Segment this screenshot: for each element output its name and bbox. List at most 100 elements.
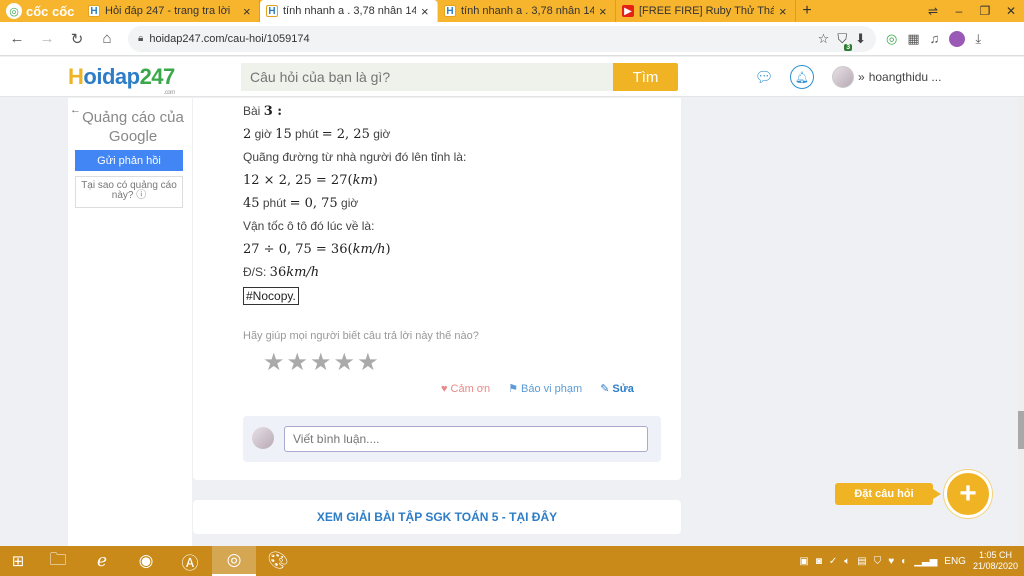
avatar[interactable] [832, 66, 854, 88]
math-expression: ) [385, 242, 391, 257]
tab-question-active[interactable]: H tính nhanh a . 3,78 nhân 14,5 × [260, 0, 438, 22]
header-actions: 💬︎ 🔔︎ » hoangthidu ... [752, 65, 941, 89]
answer-text: phút [291, 127, 322, 141]
answer-line: Vận tốc ô tô đó lúc về là: [243, 215, 663, 238]
page-scrollbar[interactable] [1018, 98, 1024, 546]
user-menu[interactable]: » hoangthidu ... [832, 66, 941, 88]
flag-icon: ⚑ [508, 383, 519, 395]
close-icon[interactable]: × [243, 4, 253, 19]
address-bar[interactable]: 🔒︎ hoidap247.com/cau-hoi/1059174 ☆ ⛉ 3 ⬇ [128, 25, 876, 52]
star-icon[interactable]: ★ [357, 351, 379, 375]
language-indicator[interactable]: ENG [944, 556, 966, 567]
chevron-down-icon[interactable]: » [858, 70, 865, 84]
tab-title: tính nhanh a . 3,78 nhân 14,5 [283, 5, 416, 17]
coccoc-extension-icon[interactable]: ◎ [886, 31, 897, 47]
volume-icon[interactable]: 🔈︎ [844, 556, 850, 567]
answer-text: phút [259, 196, 290, 210]
star-rating: ★ ★ ★ ★ ★ [263, 351, 379, 375]
browser-tab-strip: ◎ cốc cốc H Hỏi đáp 247 - trang tra lời … [0, 0, 1024, 22]
search-input[interactable] [241, 63, 613, 91]
google-ad-panel: ← Quảng cáo của Google Gửi phản hồi Tại … [68, 98, 192, 546]
sgk-link-banner[interactable]: XEM GIẢI BÀI TẬP SGK TOÁN 5 - TẠI ĐÂY [193, 500, 681, 534]
tray-app-icon[interactable]: ◙ [816, 556, 822, 567]
search-button[interactable]: Tìm [613, 63, 678, 91]
media-control-icon[interactable]: ♫ [930, 31, 940, 46]
ask-question-label[interactable]: Đặt câu hỏi [835, 483, 941, 505]
answer-actions: ♥ Cảm ơn ⚑ Báo vi phạm ✎ Sửa [441, 382, 634, 396]
star-icon[interactable]: ★ [310, 351, 332, 375]
download-arrow-icon[interactable]: ⬇ [855, 31, 866, 47]
tab-youtube[interactable]: ▶ [FREE FIRE] Ruby Thử Thách × [616, 0, 796, 22]
new-tab-button[interactable]: + [796, 0, 818, 22]
maximize-icon[interactable]: ❐ [972, 0, 998, 22]
tab-question[interactable]: H tính nhanh a . 3,78 nhân 14,5 × [438, 0, 616, 22]
chat-icon[interactable]: 💬︎ [752, 65, 776, 89]
ad-why-link[interactable]: Tại sao có quảng cáo này? ⓘ [75, 176, 183, 208]
app-a-icon[interactable]: Ⓐ [168, 546, 212, 576]
answer-line: 27 ÷ 0, 75 = 36(km/h) [243, 238, 663, 261]
thanks-button[interactable]: ♥ Cảm ơn [441, 382, 490, 395]
scrollbar-thumb[interactable] [1018, 411, 1024, 449]
forward-icon[interactable]: → [34, 26, 60, 52]
report-button[interactable]: ⚑ Báo vi phạm [508, 382, 582, 396]
paint-icon[interactable]: 🎨︎ [256, 546, 300, 576]
coccoc-logo-icon: ◎ [6, 3, 22, 19]
bookmark-star-icon[interactable]: ☆ [818, 31, 830, 47]
rating-question: Hãy giúp mọi người biết câu trả lời này … [243, 330, 479, 342]
notification-bell-icon[interactable]: 🔔︎ [790, 65, 814, 89]
clock[interactable]: 1:05 CH 21/08/2020 [973, 550, 1018, 572]
site-header: Hoidap247 .com Tìm 💬︎ 🔔︎ » hoangthidu ..… [0, 57, 1024, 97]
browser-toolbar: ← → ↻ ⌂ 🔒︎ hoidap247.com/cau-hoi/1059174… [0, 22, 1024, 56]
star-icon[interactable]: ★ [334, 351, 356, 375]
file-explorer-icon[interactable]: 🗀︎ [36, 546, 80, 576]
tab-hoidap-home[interactable]: H Hỏi đáp 247 - trang tra lời × [82, 0, 260, 22]
answer-text: Bài [243, 104, 264, 118]
tab-menu-icon[interactable]: ⇌ [920, 0, 946, 22]
star-icon[interactable]: ★ [287, 351, 309, 375]
back-icon[interactable]: ← [4, 26, 30, 52]
ask-question-button[interactable]: + [944, 470, 992, 518]
close-icon[interactable]: × [779, 4, 789, 19]
pencil-icon: ✎ [600, 383, 610, 395]
math-expression: 12 × 2, 25 = 27( [243, 173, 353, 188]
home-icon[interactable]: ⌂ [94, 26, 120, 52]
answer-text: giờ [337, 196, 359, 210]
close-window-icon[interactable]: ✕ [998, 0, 1024, 22]
math-expression: ) [372, 173, 378, 188]
windows-start-icon[interactable]: ⊞ [0, 546, 36, 576]
math-expression: 3 : [263, 104, 283, 119]
lock-icon[interactable]: 🔒︎ [138, 33, 143, 44]
answer-line: Đ/S: 36km/h [243, 261, 663, 284]
tray-app-icon[interactable]: ♥ [888, 556, 894, 567]
close-icon[interactable]: × [599, 4, 609, 19]
close-icon[interactable]: × [421, 4, 431, 19]
tray-app-icon[interactable]: ✓ [829, 556, 837, 567]
coccoc-browser-icon[interactable]: ◎ [212, 546, 256, 576]
edit-label: Sửa [612, 382, 634, 395]
profile-avatar-icon[interactable] [949, 30, 966, 47]
tray-app-icon[interactable]: ▤ [857, 556, 866, 567]
hoidap247-logo[interactable]: Hoidap247 .com [68, 64, 175, 96]
clock-date: 21/08/2020 [972, 561, 1018, 571]
answer-line: Quãng đường từ nhà người đó lên tỉnh là: [243, 146, 663, 169]
url-text[interactable]: hoidap247.com/cau-hoi/1059174 [149, 33, 811, 45]
network-icon[interactable]: ▁▃▅ [914, 556, 937, 567]
reload-icon[interactable]: ↻ [64, 26, 90, 52]
browser-brand[interactable]: ◎ cốc cốc [0, 0, 82, 22]
chrome-icon[interactable]: ◉ [124, 546, 168, 576]
minimize-icon[interactable]: – [946, 0, 972, 22]
internet-explorer-icon[interactable]: ℯ [80, 546, 124, 576]
tray-app-icon[interactable]: ◐ [901, 556, 907, 567]
star-icon[interactable]: ★ [263, 351, 285, 375]
ad-feedback-button[interactable]: Gửi phản hồi [75, 150, 183, 171]
shield-extension-icon[interactable]: ⛉ 3 [837, 31, 853, 51]
downloads-icon[interactable]: ⤓ [975, 31, 981, 47]
calendar-extension-icon[interactable]: ▦ [907, 31, 919, 47]
edit-button[interactable]: ✎ Sửa [600, 382, 634, 396]
shield-icon[interactable]: ⛉ [874, 556, 882, 567]
username[interactable]: hoangthidu ... [869, 70, 942, 84]
comment-input[interactable] [284, 426, 648, 452]
math-expression: 27 ÷ 0, 75 = 36( [243, 242, 353, 257]
avatar [252, 427, 274, 449]
tray-app-icon[interactable]: ▣ [799, 556, 808, 567]
